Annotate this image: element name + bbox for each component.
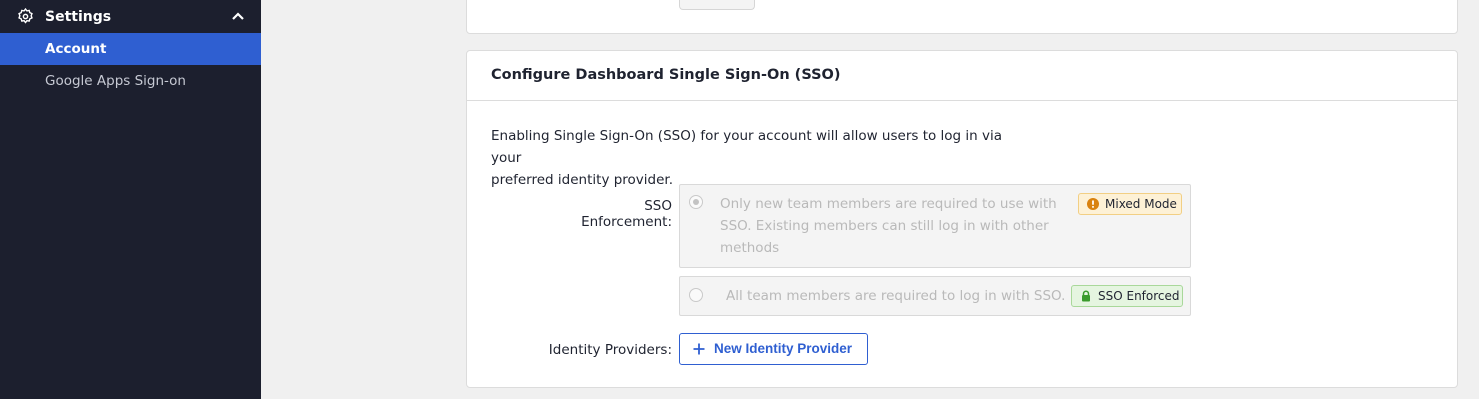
gear-icon [18,8,33,24]
radio-mixed-mode[interactable] [689,195,703,209]
sso-intro-text: Enabling Single Sign-On (SSO) for your a… [491,125,1031,191]
lock-icon [1082,290,1090,302]
identity-providers-label: Identity Providers: [548,342,672,358]
settings-section-header[interactable]: Settings [0,0,261,33]
radio-sso-enforced[interactable] [689,288,703,302]
sidebar-item-google-apps-sign-on[interactable]: Google Apps Sign-on [0,65,261,97]
sidebar-item-label: Google Apps Sign-on [45,73,186,89]
previous-card-button[interactable] [679,0,755,10]
sso-config-card: Configure Dashboard Single Sign-On (SSO)… [466,50,1458,388]
sso-enforcement-label: SSO Enforcement: [581,198,672,230]
option-text: All team members are required to log in … [726,288,1066,304]
sso-option-mixed-mode[interactable]: Only new team members are required to us… [679,184,1191,268]
intro-line: Enabling Single Sign-On (SSO) for your a… [491,128,1003,166]
card-header: Configure Dashboard Single Sign-On (SSO) [467,51,1457,101]
plus-icon [693,343,705,355]
previous-settings-card [466,0,1458,34]
settings-section-title: Settings [45,9,112,25]
badge-label: SSO Enforced [1098,289,1180,303]
sso-enforced-badge: SSO Enforced [1071,285,1183,307]
button-label: New Identity Provider [714,341,853,356]
warning-icon [1087,198,1099,210]
chevron-up-icon[interactable] [232,12,244,20]
new-identity-provider-button[interactable]: New Identity Provider [679,333,868,365]
sidebar-item-label: Account [45,41,107,57]
badge-label: Mixed Mode [1105,197,1177,211]
option-text: Only new team members are required to us… [720,196,1057,256]
mixed-mode-badge: Mixed Mode [1078,193,1182,215]
sidebar: Settings Account Google Apps Sign-on [0,0,261,399]
card-title: Configure Dashboard Single Sign-On (SSO) [491,67,841,83]
sso-option-enforced[interactable]: All team members are required to log in … [679,276,1191,316]
sidebar-item-account[interactable]: Account [0,33,261,65]
